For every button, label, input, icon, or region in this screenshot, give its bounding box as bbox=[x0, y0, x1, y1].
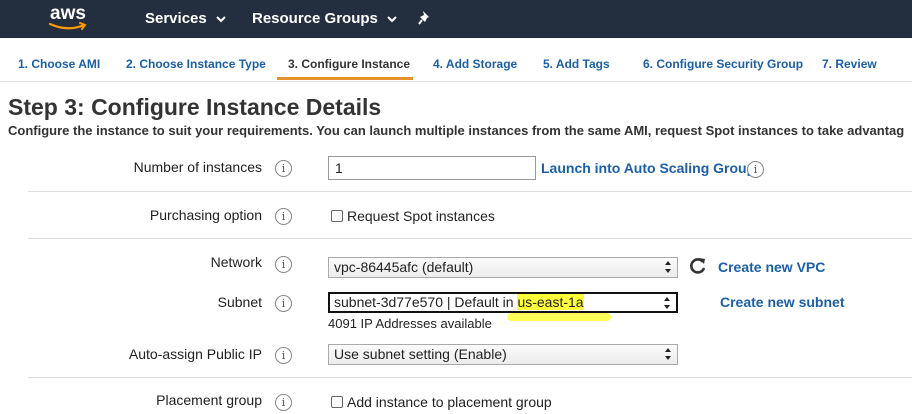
page-title: Step 3: Configure Instance Details bbox=[8, 94, 382, 120]
top-navigation-bar: aws Services Resource Groups bbox=[0, 0, 912, 38]
placement-group-label: Placement group bbox=[156, 392, 262, 408]
resource-groups-label: Resource Groups bbox=[252, 10, 378, 27]
tab-configure-instance[interactable]: 3. Configure Instance bbox=[288, 57, 410, 71]
purchasing-option-label: Purchasing option bbox=[149, 207, 262, 223]
highlighter-mark bbox=[507, 313, 611, 321]
create-new-subnet-link[interactable]: Create new subnet bbox=[720, 294, 844, 310]
tab-review[interactable]: 7. Review bbox=[822, 57, 877, 71]
auto-assign-ip-label: Auto-assign Public IP bbox=[128, 346, 262, 362]
request-spot-checkbox-row[interactable]: Request Spot instances bbox=[331, 208, 495, 224]
network-select[interactable]: vpc-86445afc (default) bbox=[328, 257, 678, 278]
row-divider bbox=[28, 377, 912, 378]
info-icon[interactable]: i bbox=[275, 160, 292, 177]
launch-auto-scaling-link[interactable]: Launch into Auto Scaling Group bbox=[541, 160, 755, 176]
placement-group-checkbox-label: Add instance to placement group bbox=[347, 394, 552, 410]
services-label: Services bbox=[145, 10, 207, 27]
services-menu[interactable]: Services bbox=[145, 10, 226, 27]
create-new-vpc-link[interactable]: Create new VPC bbox=[718, 259, 825, 275]
info-icon[interactable]: i bbox=[275, 208, 292, 225]
info-icon[interactable]: i bbox=[275, 347, 292, 364]
chevron-down-icon bbox=[387, 10, 397, 27]
tab-add-tags[interactable]: 5. Add Tags bbox=[543, 57, 610, 71]
request-spot-checkbox[interactable] bbox=[331, 210, 343, 222]
subnet-select[interactable]: subnet-3d77e570 | Default in us-east-1a bbox=[328, 292, 678, 313]
info-icon[interactable]: i bbox=[275, 256, 292, 273]
number-of-instances-input[interactable] bbox=[328, 156, 536, 180]
tab-add-storage[interactable]: 4. Add Storage bbox=[433, 57, 517, 71]
tab-configure-security-group[interactable]: 6. Configure Security Group bbox=[643, 57, 803, 71]
info-icon[interactable]: i bbox=[747, 161, 764, 178]
resource-groups-menu[interactable]: Resource Groups bbox=[252, 10, 397, 27]
page-description: Configure the instance to suit your requ… bbox=[8, 123, 905, 138]
subnet-label: Subnet bbox=[217, 294, 262, 310]
info-icon[interactable]: i bbox=[275, 295, 292, 312]
pin-icon[interactable] bbox=[418, 10, 432, 31]
info-icon[interactable]: i bbox=[275, 394, 292, 411]
row-divider bbox=[28, 191, 912, 192]
aws-logo[interactable]: aws bbox=[48, 3, 92, 33]
auto-assign-ip-selected-value: Use subnet setting (Enable) bbox=[334, 346, 507, 362]
aws-smile-icon bbox=[48, 22, 87, 30]
select-arrows-icon bbox=[665, 261, 671, 273]
number-of-instances-label: Number of instances bbox=[133, 159, 262, 175]
network-selected-value: vpc-86445afc (default) bbox=[334, 259, 474, 275]
request-spot-label: Request Spot instances bbox=[347, 208, 495, 224]
active-tab-indicator bbox=[277, 77, 413, 80]
subnet-az-highlight: us-east-1a bbox=[517, 294, 584, 310]
tab-choose-ami[interactable]: 1. Choose AMI bbox=[18, 57, 100, 71]
chevron-down-icon bbox=[216, 10, 226, 27]
select-arrows-icon bbox=[665, 348, 671, 360]
network-label: Network bbox=[210, 254, 262, 270]
subnet-selected-prefix: subnet-3d77e570 | Default in bbox=[334, 294, 518, 310]
subnet-ip-availability: 4091 IP Addresses available bbox=[328, 316, 492, 331]
placement-group-checkbox[interactable] bbox=[331, 396, 343, 408]
wizard-steps: 1. Choose AMI 2. Choose Instance Type 3.… bbox=[0, 38, 912, 82]
row-divider bbox=[28, 238, 912, 239]
auto-assign-ip-select[interactable]: Use subnet setting (Enable) bbox=[328, 344, 678, 365]
refresh-icon[interactable] bbox=[689, 257, 707, 280]
select-arrows-icon bbox=[664, 297, 670, 309]
tab-choose-instance-type[interactable]: 2. Choose Instance Type bbox=[126, 57, 266, 71]
placement-group-checkbox-row[interactable]: Add instance to placement group bbox=[331, 394, 552, 410]
